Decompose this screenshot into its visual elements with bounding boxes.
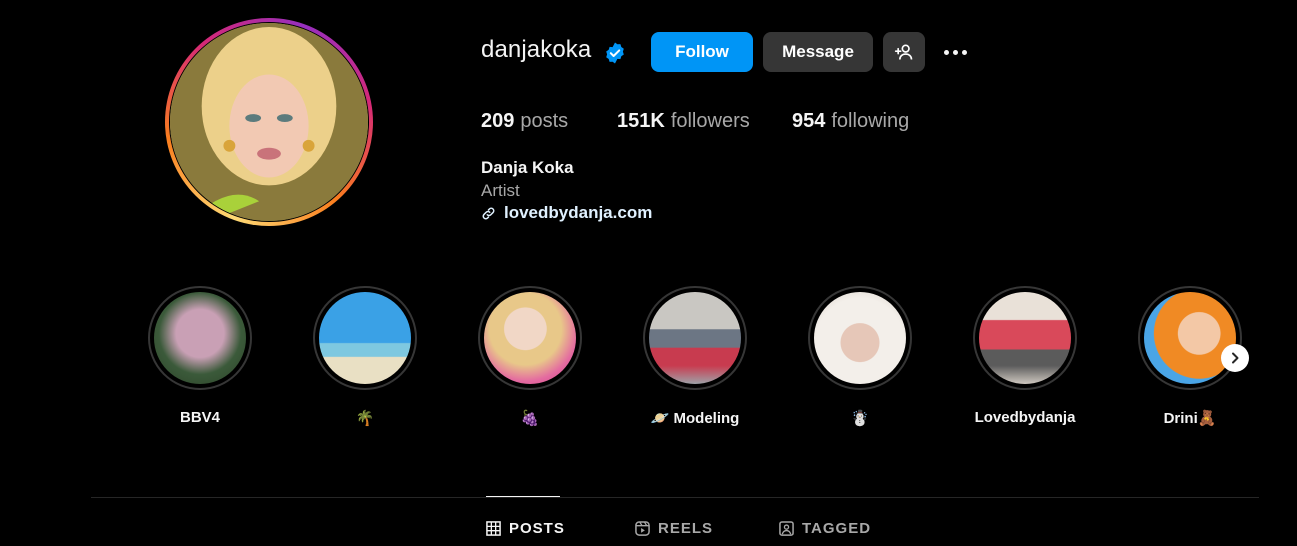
follow-button[interactable]: Follow [651, 32, 753, 72]
story-highlight[interactable]: ☃️ [806, 286, 914, 429]
ellipsis-dot [952, 49, 958, 55]
tab-tagged[interactable]: TAGGED [779, 520, 871, 537]
suggest-similar-button[interactable] [883, 32, 925, 72]
tab-reels-label: REELS [658, 520, 714, 537]
highlight-ring [313, 286, 417, 390]
tab-reels[interactable]: REELS [635, 520, 713, 537]
highlight-cover-image [484, 292, 576, 384]
tab-posts-label: POSTS [509, 520, 565, 537]
verified-badge-icon [606, 42, 624, 64]
chevron-right-icon [1232, 352, 1239, 364]
highlight-label: 🍇 [520, 410, 540, 427]
highlight-ring [1138, 286, 1242, 390]
highlight-cover-image [319, 292, 411, 384]
tagged-icon [779, 521, 794, 536]
story-highlight[interactable]: 🪐 Modeling [641, 286, 749, 429]
followers-label: followers [670, 110, 750, 132]
following-count: 954 [792, 110, 826, 132]
person-add-icon [894, 44, 913, 60]
message-button[interactable]: Message [763, 32, 873, 72]
highlight-cover-image [1144, 292, 1236, 384]
highlight-label: ☃️ [850, 410, 870, 427]
avatar-photo [170, 23, 368, 221]
tabs-divider [91, 497, 1259, 498]
highlight-cover-image [649, 292, 741, 384]
tab-tagged-label: TAGGED [802, 520, 872, 537]
story-highlight[interactable]: 🌴 [311, 286, 419, 429]
active-tab-indicator [486, 496, 560, 497]
posts-count: 209 [481, 110, 515, 132]
highlight-cover-image [814, 292, 906, 384]
highlight-label: Lovedbydanja [974, 409, 1076, 426]
tab-posts[interactable]: POSTS [486, 520, 565, 537]
profile-category: Artist [481, 181, 520, 200]
highlight-ring [808, 286, 912, 390]
story-highlight[interactable]: BBV4 [146, 286, 254, 429]
highlight-ring [643, 286, 747, 390]
profile-full-name: Danja Koka [481, 158, 574, 177]
highlight-label: Drini🧸 [1163, 410, 1217, 427]
posts-count-stat: 209 posts [481, 110, 568, 133]
following-count-stat[interactable]: 954 following [792, 110, 909, 133]
followers-count-stat[interactable]: 151K followers [617, 110, 750, 133]
highlight-cover-image [154, 292, 246, 384]
highlight-ring [478, 286, 582, 390]
followers-count: 151K [617, 110, 665, 132]
profile-link[interactable]: lovedbydanja.com [481, 203, 652, 223]
posts-label: posts [520, 110, 569, 132]
grid-icon [486, 521, 501, 536]
ellipsis-icon[interactable] [938, 42, 972, 62]
highlight-cover-image [979, 292, 1071, 384]
highlight-label: 🌴 [355, 410, 375, 427]
profile-avatar[interactable] [165, 18, 373, 226]
profile-link-text: lovedbydanja.com [504, 203, 653, 222]
ellipsis-dot [943, 49, 949, 55]
link-icon [482, 207, 495, 219]
highlight-label: 🪐 Modeling [650, 410, 740, 427]
story-highlight[interactable]: 🍇 [476, 286, 584, 429]
ellipsis-dot [961, 49, 967, 55]
reels-icon [635, 521, 650, 536]
avatar-portrait-image [170, 23, 368, 221]
highlight-label: BBV4 [179, 409, 220, 426]
highlights-next-button[interactable] [1221, 344, 1249, 372]
following-label: following [831, 110, 910, 132]
story-highlight[interactable]: Lovedbydanja [971, 286, 1079, 429]
profile-username: danjakoka [481, 36, 592, 63]
highlight-ring [973, 286, 1077, 390]
highlight-ring [148, 286, 252, 390]
